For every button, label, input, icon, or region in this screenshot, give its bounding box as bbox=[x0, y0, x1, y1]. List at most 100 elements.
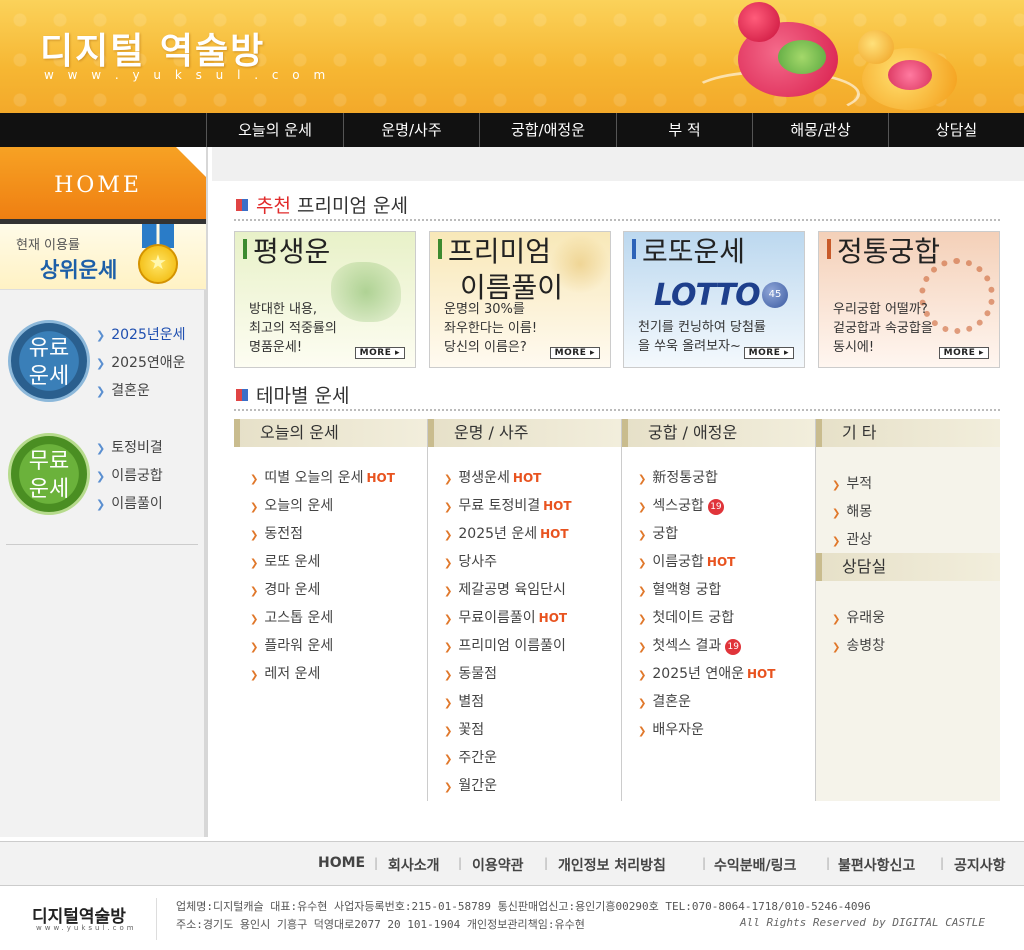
footer-address-info: 주소:경기도 용인시 기흥구 덕영대로2077 20 101-1904 개인정보… bbox=[176, 918, 585, 931]
chevron-right-icon: ❯ bbox=[250, 642, 259, 653]
list-item[interactable]: ❯ 제갈공명 육임단시 bbox=[444, 579, 566, 599]
more-button[interactable]: MORE ▸ bbox=[743, 347, 794, 359]
footer-logo-url: www.yuksul.com bbox=[36, 924, 137, 932]
sidebar-link-2025-love[interactable]: ❯ 2025연애운 bbox=[96, 352, 186, 372]
list-item[interactable]: ❯ 해몽 bbox=[832, 501, 872, 521]
list-item[interactable]: ❯ 동전점 bbox=[250, 523, 303, 543]
sidebar-divider bbox=[6, 544, 198, 545]
list-item-label: 경마 운세 bbox=[264, 582, 321, 598]
list-item[interactable]: ❯ 주간운 bbox=[444, 747, 497, 767]
list-item[interactable]: ❯ 평생운세 HOT bbox=[444, 467, 541, 487]
list-item[interactable]: ❯ 2025년 운세 HOT bbox=[444, 523, 569, 543]
list-item-label: 무료이름풀이 bbox=[458, 610, 536, 626]
list-item[interactable]: ❯ 플라워 운세 bbox=[250, 635, 333, 655]
card-desc-line: 겉궁합과 속궁합을 bbox=[833, 321, 933, 336]
chevron-right-icon: ❯ bbox=[250, 586, 259, 597]
nav-item-today[interactable]: 오늘의 운세 bbox=[206, 113, 343, 147]
card-traditional-match[interactable]: 정통궁합 우리궁합 어떨까? 겉궁합과 속궁합을 동시에! MORE ▸ bbox=[818, 231, 1000, 368]
list-item[interactable]: ❯ 2025년 연애운 HOT bbox=[638, 663, 775, 683]
list-item[interactable]: ❯ 오늘의 운세 bbox=[250, 495, 333, 515]
list-item[interactable]: ❯ 별점 bbox=[444, 691, 484, 711]
list-item[interactable]: ❯ 송병창 bbox=[832, 635, 885, 655]
nav-item-haemong[interactable]: 해몽/관상 bbox=[752, 113, 888, 147]
chevron-right-icon: ❯ bbox=[444, 530, 453, 541]
list-item[interactable]: ❯ 궁합 bbox=[638, 523, 678, 543]
footer-separator: | bbox=[940, 856, 945, 870]
list-item[interactable]: ❯ 배우자운 bbox=[638, 719, 704, 739]
list-item[interactable]: ❯ 레저 운세 bbox=[250, 663, 320, 683]
list-item[interactable]: ❯ 무료이름풀이 HOT bbox=[444, 607, 567, 627]
sidebar-link-marriage[interactable]: ❯ 결혼운 bbox=[96, 380, 150, 400]
chevron-right-icon: ❯ bbox=[444, 726, 453, 737]
list-item-label: 섹스궁합 bbox=[652, 498, 704, 514]
column-header[interactable]: 궁합 / 애정운 bbox=[622, 419, 815, 447]
lotto-ball-icon: 45 bbox=[762, 282, 788, 308]
sidebar-link-name-reading[interactable]: ❯ 이름풀이 bbox=[96, 493, 163, 513]
footer-link-about[interactable]: 회사소개 bbox=[388, 855, 440, 875]
home-tab[interactable]: HOME bbox=[0, 147, 206, 219]
list-item-label: 프리미엄 이름풀이 bbox=[458, 638, 566, 654]
sidebar-link-tojeong[interactable]: ❯ 토정비결 bbox=[96, 437, 163, 457]
list-item[interactable]: ❯ 무료 토정비결 HOT bbox=[444, 495, 572, 515]
list-item[interactable]: ❯ 당사주 bbox=[444, 551, 497, 571]
list-item[interactable]: ❯ 프리미엄 이름풀이 bbox=[444, 635, 566, 655]
card-premium-name[interactable]: 프리미엄 이름풀이 운명의 30%를 좌우한다는 이름! 당신의 이름은? MO… bbox=[429, 231, 611, 368]
chevron-right-icon: ❯ bbox=[832, 508, 841, 519]
list-item-label: 해몽 bbox=[846, 504, 873, 520]
column-header[interactable]: 오늘의 운세 bbox=[234, 419, 427, 447]
list-item[interactable]: ❯ 관상 bbox=[832, 529, 872, 549]
list-item[interactable]: ❯ 유래웅 bbox=[832, 607, 885, 627]
footer-link-privacy[interactable]: 개인정보 처리방침 bbox=[558, 855, 666, 875]
footer-link-complaint[interactable]: 불편사항신고 bbox=[838, 855, 915, 875]
chevron-right-icon: ❯ bbox=[638, 642, 647, 653]
list-item-label: 관상 bbox=[846, 532, 873, 548]
footer-link-revenue[interactable]: 수익분배/링크 bbox=[714, 855, 796, 875]
footer-link-notice[interactable]: 공지사항 bbox=[954, 855, 1006, 875]
list-item[interactable]: ❯ 경마 운세 bbox=[250, 579, 320, 599]
site-logo-title[interactable]: 디지털 역술방 bbox=[40, 22, 265, 74]
list-item[interactable]: ❯ 첫데이트 궁합 bbox=[638, 607, 734, 627]
nav-item-counsel[interactable]: 상담실 bbox=[888, 113, 1024, 147]
list-item[interactable]: ❯ 첫섹스 결과 19 bbox=[638, 635, 742, 655]
list-item[interactable]: ❯ 혈액형 궁합 bbox=[638, 579, 721, 599]
list-item-label: 꽃점 bbox=[458, 722, 485, 738]
chevron-right-icon: ❯ bbox=[250, 614, 259, 625]
column-header[interactable]: 기 타 bbox=[816, 419, 1000, 447]
list-item[interactable]: ❯ 월간운 bbox=[444, 775, 497, 795]
list-item[interactable]: ❯ 고스톱 운세 bbox=[250, 607, 333, 627]
column-header[interactable]: 운명 / 사주 bbox=[428, 419, 621, 447]
list-item[interactable]: ❯ 띠별 오늘의 운세 HOT bbox=[250, 467, 395, 487]
chevron-right-icon: ❯ bbox=[250, 502, 259, 513]
counsel-subheader[interactable]: 상담실 bbox=[816, 553, 1000, 581]
card-lifetime-fortune[interactable]: 평생운 방대한 내용, 최고의 적중률의 명품운세! MORE ▸ bbox=[234, 231, 416, 368]
list-item[interactable]: ❯ 로또 운세 bbox=[250, 551, 320, 571]
list-item[interactable]: ❯ 이름궁합 HOT bbox=[638, 551, 735, 571]
list-item-label: 별점 bbox=[458, 694, 485, 710]
list-item[interactable]: ❯ 결혼운 bbox=[638, 691, 691, 711]
list-item[interactable]: ❯ 新정통궁합 bbox=[638, 467, 718, 487]
nav-item-bujeok[interactable]: 부 적 bbox=[616, 113, 752, 147]
rank-banner[interactable]: 현재 이용률 상위운세 ★ bbox=[0, 224, 206, 290]
more-button[interactable]: MORE ▸ bbox=[549, 347, 600, 359]
sidebar-link-2025-fortune[interactable]: ❯ 2025년운세 bbox=[96, 324, 186, 344]
footer-link-terms[interactable]: 이용약관 bbox=[472, 855, 524, 875]
more-button[interactable]: MORE ▸ bbox=[938, 347, 989, 359]
list-item[interactable]: ❯ 동물점 bbox=[444, 663, 497, 683]
card-lotto-fortune[interactable]: 로또운세 LOTTO 45 천기를 컨닝하여 당첨률 을 쑤욱 올려보자~ MO… bbox=[623, 231, 805, 368]
list-item-label: 송병창 bbox=[846, 638, 886, 654]
list-item[interactable]: ❯ 꽃점 bbox=[444, 719, 484, 739]
list-item-label: 첫섹스 결과 bbox=[652, 638, 722, 654]
site-header: 디지털 역술방 w w w . y u k s u l . c o m bbox=[0, 0, 1024, 113]
chevron-right-icon: ❯ bbox=[96, 442, 106, 455]
list-item[interactable]: ❯ 부적 bbox=[832, 473, 872, 493]
footer-separator: | bbox=[374, 856, 379, 870]
nav-item-saju[interactable]: 운명/사주 bbox=[343, 113, 479, 147]
card-desc-line: 천기를 컨닝하여 당첨률 bbox=[638, 320, 766, 335]
list-item-label: 유래웅 bbox=[846, 610, 886, 626]
more-button[interactable]: MORE ▸ bbox=[354, 347, 405, 359]
nav-item-gunghap[interactable]: 궁합/애정운 bbox=[479, 113, 616, 147]
sidebar-link-name-match[interactable]: ❯ 이름궁합 bbox=[96, 465, 163, 485]
list-item[interactable]: ❯ 섹스궁합 19 bbox=[638, 495, 724, 515]
footer-link-home[interactable]: HOME bbox=[318, 855, 365, 871]
mandarin-duck-red-wing bbox=[778, 40, 826, 74]
